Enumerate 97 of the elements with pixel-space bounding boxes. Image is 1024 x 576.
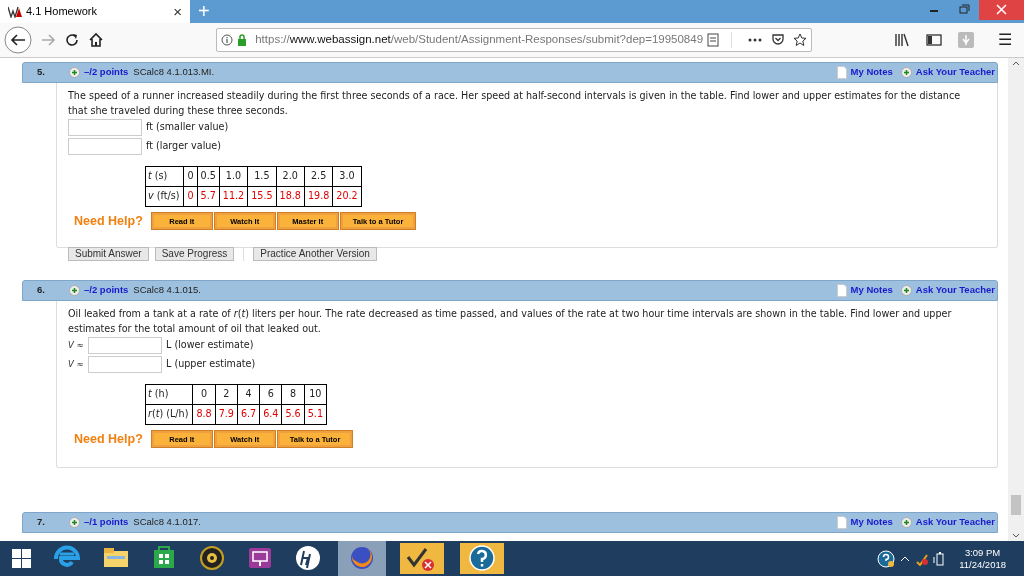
plus-icon[interactable] bbox=[900, 67, 912, 78]
scrollbar[interactable] bbox=[1008, 58, 1024, 541]
answer-field[interactable] bbox=[88, 355, 162, 373]
table-cell: 11.2 bbox=[219, 186, 248, 207]
reader-view-icon[interactable] bbox=[707, 33, 720, 47]
table-cell: 6 bbox=[259, 384, 282, 405]
note-icon bbox=[836, 66, 847, 79]
pocket-icon[interactable] bbox=[771, 33, 786, 47]
table-cell: 10 bbox=[304, 384, 327, 405]
answer-field[interactable] bbox=[68, 119, 142, 136]
help-icon[interactable] bbox=[458, 541, 506, 576]
variable-label: V ≈ bbox=[68, 357, 84, 371]
table-cell: 4 bbox=[237, 384, 260, 405]
question-text: Oil leaked from a tank at a rate of r(t) liters per hour. The rate decreased as time passed, and values of the rate at two hour time intervals are shown in the table. Find lower and upper estimates for the total amount of oil that leaked out. bbox=[68, 306, 953, 336]
lock-icon bbox=[237, 34, 248, 46]
action-button[interactable]: Practice Another Version bbox=[253, 247, 377, 262]
points-link[interactable]: –/2 points bbox=[84, 65, 129, 80]
question-number: 6. bbox=[37, 283, 46, 298]
reload-icon[interactable] bbox=[64, 32, 80, 48]
back-button[interactable] bbox=[4, 26, 32, 54]
menu-button[interactable]: ☰ bbox=[998, 32, 1012, 48]
question-number: 7. bbox=[37, 514, 46, 529]
close-icon bbox=[996, 4, 1007, 15]
table-cell: 19.8 bbox=[304, 186, 333, 207]
table-cell: 1.0 bbox=[219, 166, 248, 187]
plus-icon[interactable] bbox=[69, 516, 80, 528]
table-cell: 2.5 bbox=[304, 166, 333, 187]
unit-label: ft (larger value) bbox=[146, 139, 222, 154]
points-link[interactable]: –/2 points bbox=[84, 283, 129, 298]
address-bar[interactable]: https://www.webassign.net/web/Student/Assignment-Responses/submit?dep=19950849 bbox=[216, 28, 813, 52]
problem-code: SCalc8 4.1.017. bbox=[133, 514, 201, 529]
bookmark-star-icon[interactable] bbox=[793, 33, 808, 47]
table-cell: 5.1 bbox=[304, 404, 327, 425]
plus-icon[interactable] bbox=[900, 284, 912, 296]
ask-teacher-link[interactable]: Ask Your Teacher bbox=[915, 65, 995, 80]
variable-label: V ≈ bbox=[68, 338, 84, 352]
table-cell: 2.0 bbox=[276, 166, 305, 187]
table-cell: 2 bbox=[215, 384, 238, 405]
help-tray-icon[interactable] bbox=[877, 549, 896, 568]
problem-code: SCalc8 4.1.015. bbox=[133, 283, 201, 298]
table-cell: 18.8 bbox=[276, 186, 305, 207]
table-cell: 8 bbox=[281, 384, 305, 405]
table-cell: 6.4 bbox=[259, 404, 282, 425]
ask-teacher-link[interactable]: Ask Your Teacher bbox=[915, 283, 995, 298]
table-cell: v (ft/s) bbox=[145, 186, 184, 207]
question-number: 5. bbox=[37, 65, 46, 80]
sidebar-icon[interactable] bbox=[926, 33, 942, 47]
plus-icon[interactable] bbox=[69, 67, 80, 78]
table-cell: 5.6 bbox=[281, 404, 305, 425]
table-cell: 3.0 bbox=[332, 166, 362, 187]
need-help-label: Need Help? bbox=[74, 430, 143, 448]
ask-teacher-link[interactable]: Ask Your Teacher bbox=[915, 514, 995, 530]
table-cell: 1.5 bbox=[247, 166, 277, 187]
more-icon[interactable] bbox=[747, 37, 764, 43]
table-cell: t (s) bbox=[145, 166, 184, 187]
unit-label: L (upper estimate) bbox=[166, 357, 256, 372]
my-notes-link[interactable]: My Notes bbox=[850, 283, 893, 298]
my-notes-link[interactable]: My Notes bbox=[850, 514, 893, 530]
problem-code: SCalc8 4.1.013.MI. bbox=[133, 65, 215, 80]
unit-label: ft (smaller value) bbox=[146, 120, 229, 135]
my-notes-link[interactable]: My Notes bbox=[850, 65, 893, 80]
action-button[interactable]: Submit Answer bbox=[68, 247, 149, 262]
answer-field[interactable] bbox=[88, 336, 162, 354]
check-error-icon[interactable] bbox=[398, 541, 446, 576]
library-icon[interactable] bbox=[894, 33, 910, 47]
table-cell: 0.5 bbox=[197, 166, 220, 187]
browser-tab[interactable]: 4.1 Homework × bbox=[0, 0, 190, 23]
plus-icon[interactable] bbox=[69, 284, 80, 296]
plus-icon[interactable] bbox=[900, 516, 912, 528]
answer-field[interactable] bbox=[68, 138, 142, 155]
table-cell: 20.2 bbox=[332, 186, 362, 207]
unit-label: L (lower estimate) bbox=[166, 338, 254, 353]
action-button[interactable]: Save Progress bbox=[154, 247, 235, 262]
table-cell: r(t) (L/h) bbox=[145, 404, 193, 425]
note-icon bbox=[836, 283, 847, 297]
clock[interactable]: 3:09 PM 11/24/2018 bbox=[959, 546, 1006, 571]
close-tab-button[interactable]: × bbox=[173, 4, 182, 19]
globe-fox-icon[interactable] bbox=[338, 541, 386, 576]
points-link[interactable]: –/1 points bbox=[84, 514, 129, 530]
info-icon[interactable] bbox=[221, 34, 234, 46]
table-cell: 5.7 bbox=[197, 186, 220, 207]
table-cell: 8.8 bbox=[192, 404, 216, 425]
site-logo-icon bbox=[8, 5, 22, 18]
note-icon bbox=[836, 515, 847, 529]
need-help-label: Need Help? bbox=[74, 213, 143, 230]
table-cell: t (h) bbox=[145, 384, 193, 405]
scroll-thumb[interactable] bbox=[1011, 495, 1021, 515]
question-text: The speed of a runner increased steadily during the first three seconds of a race. Her speed at half-second intervals is given in the table. Find lower and upper estimates for the distance that she traveled during these three seconds. bbox=[68, 89, 962, 118]
table-cell: 15.5 bbox=[247, 186, 277, 207]
url-text: https://www.webassign.net/web/Student/Assignment-Responses/submit?dep=19950849 bbox=[255, 32, 704, 48]
table-cell: 6.7 bbox=[237, 404, 260, 425]
table-cell: 0 bbox=[183, 166, 198, 187]
close-window-button[interactable] bbox=[979, 0, 1024, 20]
home-icon[interactable] bbox=[88, 32, 104, 48]
table-cell: 0 bbox=[183, 186, 198, 207]
table-cell: 0 bbox=[192, 384, 216, 405]
table-cell: 7.9 bbox=[215, 404, 238, 425]
